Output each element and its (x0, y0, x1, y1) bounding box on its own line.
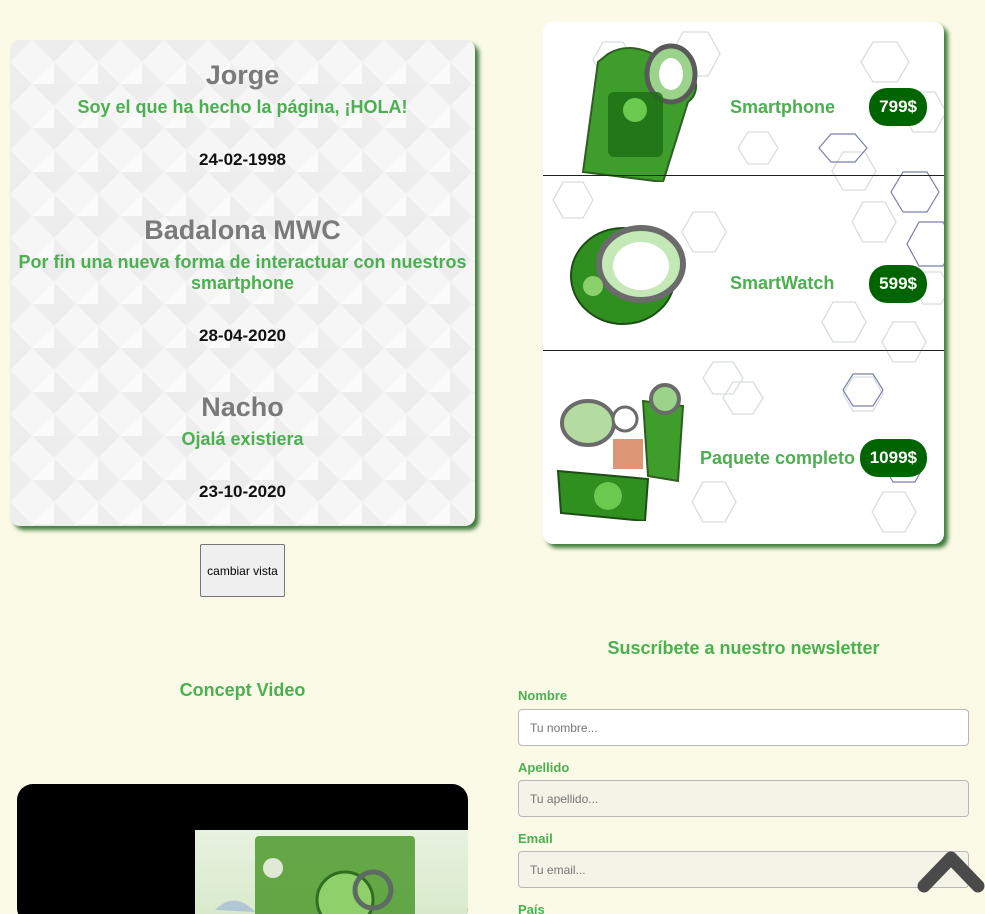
product-name: SmartWatch (730, 273, 835, 293)
posts-card: Jorge Soy el que ha hecho la página, ¡HO… (10, 40, 475, 526)
bundle-image (556, 383, 685, 521)
product-item[interactable]: Smartphone 799$ (543, 22, 944, 196)
name-input[interactable] (518, 709, 969, 746)
product-item[interactable]: SmartWatch 599$ (543, 175, 944, 350)
products-card: Smartphone 799$ SmartWatch 599$ Paquete … (543, 22, 944, 544)
video-thumbnail (215, 836, 415, 914)
post-item: Badalona MWC Por fin una nueva forma de … (10, 215, 475, 294)
name-label: Nombre (518, 688, 568, 703)
video-title: Concept Video (179, 680, 306, 700)
video-player[interactable] (17, 784, 468, 914)
product-item[interactable]: Paquete completo 1099$ (543, 350, 944, 544)
post-item: Nacho Ojalá existiera (10, 392, 475, 450)
email-input[interactable] (518, 851, 969, 888)
price-badge: 1099$ (859, 439, 927, 477)
price-badge: 799$ (869, 88, 927, 126)
post-text: Soy el que ha hecho la página, ¡HOLA! (77, 97, 408, 117)
video-frame (195, 830, 468, 914)
post-author: Badalona MWC (144, 215, 341, 245)
newsletter-title: Suscríbete a nuestro newsletter (607, 638, 880, 658)
switch-view-button[interactable]: cambiar vista (200, 544, 285, 597)
post-date: 23-10-2020 (199, 482, 286, 501)
post-item: Jorge Soy el que ha hecho la página, ¡HO… (10, 60, 475, 118)
product-name: Smartphone (730, 97, 836, 117)
surname-label: Apellido (518, 760, 570, 775)
post-date: 28-04-2020 (199, 326, 286, 345)
surname-input[interactable] (518, 780, 969, 817)
email-label: Email (518, 831, 553, 846)
price-badge: 599$ (869, 265, 927, 303)
product-name: Paquete completo (700, 448, 856, 468)
post-text: Por fin una nueva forma de interactuar c… (18, 252, 467, 293)
post-author: Jorge (205, 60, 280, 90)
post-text: Ojalá existiera (181, 429, 304, 449)
post-date: 24-02-1998 (199, 150, 286, 169)
smartphone-image (581, 43, 698, 182)
country-label: País (518, 902, 545, 914)
smartwatch-image (570, 225, 686, 325)
chevron-up-icon[interactable] (916, 846, 985, 896)
post-author: Nacho (201, 392, 284, 422)
